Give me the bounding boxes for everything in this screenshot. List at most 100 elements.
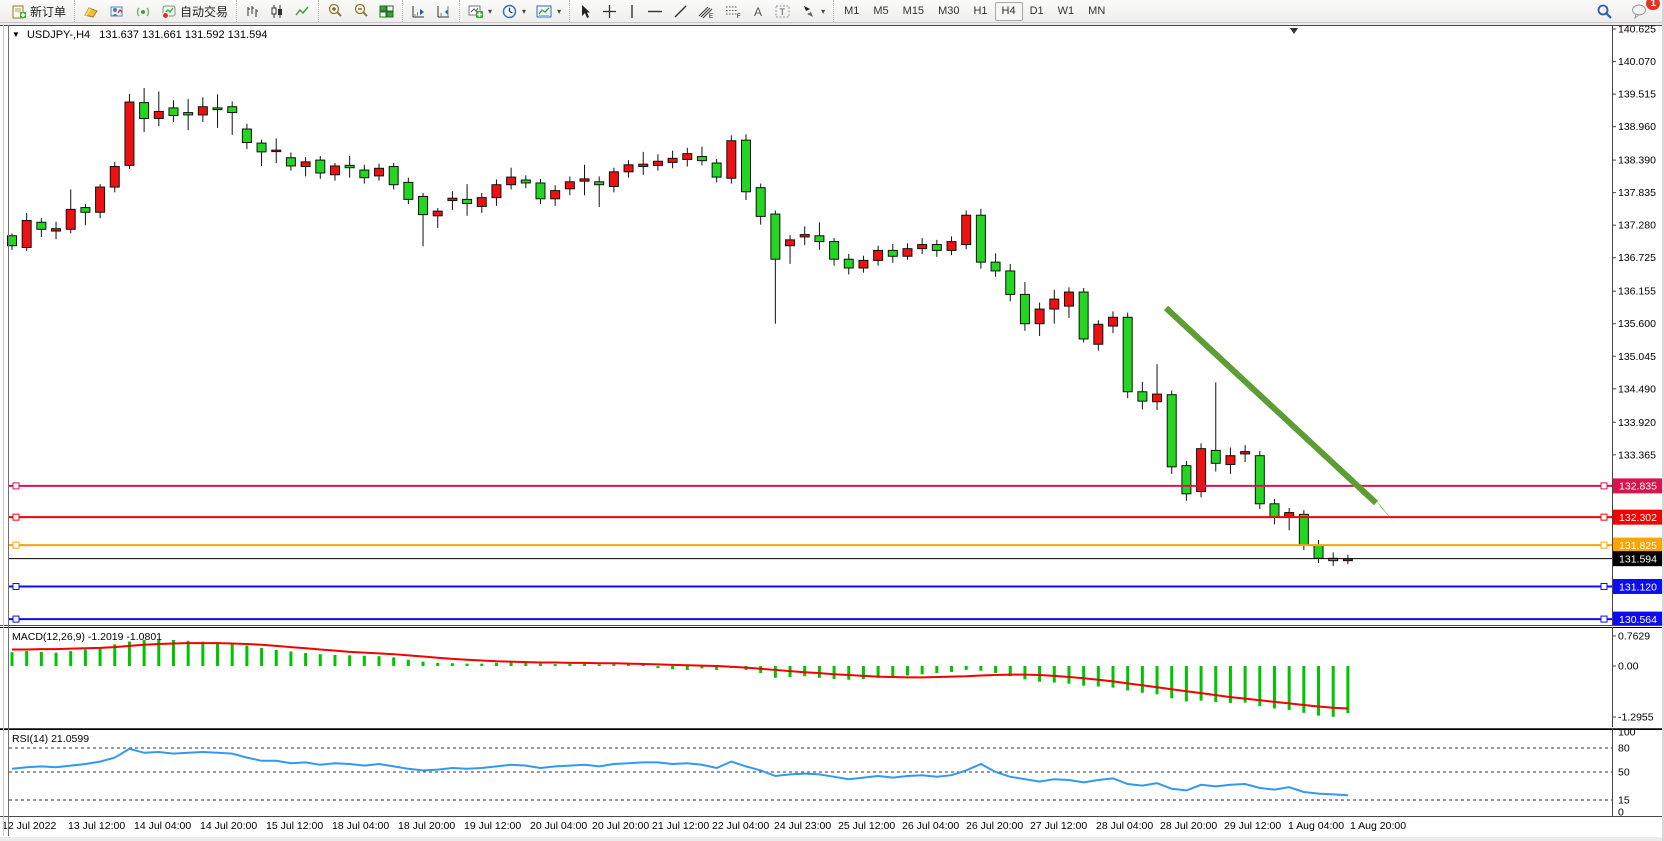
hline-anchor[interactable] [13, 483, 19, 489]
candle [448, 191, 457, 210]
macd-label: MACD(12,26,9) -1.2019 -1.0801 [12, 631, 162, 643]
auto-scroll-button[interactable] [406, 1, 431, 21]
candle [962, 211, 971, 250]
macd-pane[interactable]: 0.76290.00-1.2955 [0, 627, 1664, 727]
shapes-button[interactable]: ▾ [796, 1, 830, 21]
candle [903, 243, 912, 259]
text-label-button[interactable]: T [770, 1, 796, 21]
hline-anchor[interactable] [13, 616, 19, 622]
candle-body [96, 187, 105, 212]
trendline-button[interactable] [668, 1, 693, 21]
new-order-button[interactable]: 新订单 [7, 1, 71, 21]
candle [1079, 288, 1088, 343]
timeframe-h4[interactable]: H4 [995, 2, 1023, 21]
signals-button[interactable] [104, 1, 130, 21]
symbol-dropdown-icon[interactable]: ▼ [12, 30, 20, 39]
candle [213, 94, 222, 127]
candle-body [1226, 456, 1235, 465]
candle [1211, 382, 1220, 471]
candle [37, 218, 46, 237]
price-tick-label: 135.045 [1618, 351, 1656, 363]
notifications-button[interactable]: 1 [1626, 1, 1654, 21]
timeframe-mn[interactable]: MN [1081, 2, 1112, 21]
candle [874, 246, 883, 266]
timeframe-m15[interactable]: M15 [896, 2, 931, 21]
line-chart-icon [295, 4, 310, 19]
rsi-pane[interactable]: 1008050150 [0, 729, 1664, 817]
search-button[interactable] [1591, 1, 1618, 21]
auto-scroll-icon [411, 4, 426, 19]
candle [580, 165, 589, 195]
candle-body [1299, 514, 1308, 545]
vertical-line-button[interactable] [622, 1, 642, 21]
macd-separator[interactable] [0, 625, 1664, 626]
horizontal-line-button[interactable] [642, 1, 668, 21]
periods-button[interactable]: ▾ [497, 1, 531, 21]
market-watch-button[interactable] [78, 1, 104, 21]
candle-body [815, 236, 824, 242]
timeframe-m5[interactable]: M5 [866, 2, 895, 21]
chart-shift-button[interactable] [431, 1, 456, 21]
notification-badge: 1 [1646, 0, 1660, 10]
candle [1109, 311, 1118, 333]
new-chart-button[interactable]: ▾ [463, 1, 497, 21]
arrows-icon [801, 4, 817, 19]
candle [154, 91, 163, 126]
candle [918, 238, 927, 254]
rsi-scale-label: 100 [1618, 729, 1636, 739]
bar-chart-button[interactable] [240, 1, 265, 21]
candle-body [1182, 466, 1191, 494]
timeframe-d1[interactable]: D1 [1023, 2, 1051, 21]
hline-anchor[interactable] [1601, 583, 1607, 589]
hline-anchor[interactable] [1601, 483, 1607, 489]
candle [169, 100, 178, 122]
candle [1255, 451, 1264, 509]
hline-anchor[interactable] [1601, 514, 1607, 520]
candle [22, 213, 31, 251]
crosshair-button[interactable] [597, 1, 622, 21]
zoom-out-button[interactable] [348, 1, 374, 21]
text-button[interactable]: A [747, 1, 770, 21]
hline-anchor[interactable] [1601, 542, 1607, 548]
market-button[interactable] [130, 1, 156, 21]
candle [800, 226, 809, 245]
left-border-outer [3, 25, 4, 836]
candle [742, 134, 751, 200]
tile-windows-button[interactable] [374, 1, 399, 21]
candle-body [1167, 395, 1176, 467]
candlestick-button[interactable] [265, 1, 290, 21]
cursor-button[interactable] [573, 1, 597, 21]
candle [1020, 282, 1029, 331]
hline-price-text: 130.564 [1619, 614, 1657, 625]
date-axis-label: 25 Jul 12:00 [838, 820, 895, 832]
candle-body [1314, 545, 1323, 558]
price-chart-pane[interactable]: 140.625140.070139.515138.960138.390137.8… [0, 25, 1664, 625]
chart-shift-marker[interactable] [1290, 28, 1298, 34]
hline-anchor[interactable] [13, 583, 19, 589]
hline-anchor[interactable] [13, 514, 19, 520]
templates-button[interactable]: ▾ [531, 1, 566, 21]
timeframe-h1[interactable]: H1 [966, 2, 994, 21]
candle [81, 204, 90, 225]
candle [830, 238, 839, 266]
bid-price-text: 131.594 [1619, 553, 1657, 565]
candle-body [624, 165, 633, 172]
clock-icon [502, 4, 518, 19]
candle-body [918, 245, 927, 249]
date-axis[interactable]: 12 Jul 202213 Jul 12:0014 Jul 04:0014 Ju… [0, 817, 1664, 837]
candle-body [991, 262, 1000, 271]
autotrade-button[interactable]: 自动交易 [156, 1, 233, 21]
zoom-in-button[interactable] [322, 1, 348, 21]
timeframe-m1[interactable]: M1 [837, 2, 866, 21]
candle-body [962, 215, 971, 244]
timeframe-w1[interactable]: W1 [1051, 2, 1082, 21]
channel-button[interactable]: E [693, 1, 720, 21]
candle [991, 253, 1000, 276]
line-chart-button[interactable] [290, 1, 315, 21]
hline-anchor[interactable] [1601, 616, 1607, 622]
price-tick-label: 133.920 [1618, 417, 1656, 429]
fibonacci-button[interactable]: F [720, 1, 747, 21]
hline-anchor[interactable] [13, 542, 19, 548]
timeframe-m30[interactable]: M30 [931, 2, 966, 21]
candle-body [1270, 504, 1279, 517]
